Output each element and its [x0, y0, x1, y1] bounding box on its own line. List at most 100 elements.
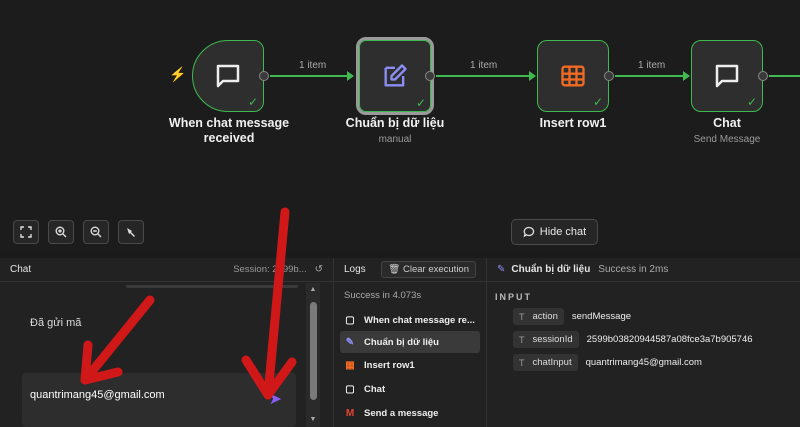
log-item[interactable]: M Send a message — [340, 402, 480, 424]
log-item[interactable]: ✎ Chuẩn bị dữ liệu — [340, 331, 480, 353]
logs-panel: Logs 🗑 Clear execution Success in 4.073s… — [334, 258, 487, 427]
connection-arrow — [683, 71, 690, 81]
fit-view-button[interactable] — [13, 220, 39, 244]
output-port[interactable] — [425, 71, 435, 81]
chat-panel: Chat Session: 2599b... ↺ Đã gửi mã quant… — [0, 258, 334, 427]
zoom-in-icon — [55, 226, 67, 238]
success-check-icon: ✓ — [415, 96, 426, 110]
session-id: Session: 2599b... — [233, 264, 307, 275]
field-value: sendMessage — [571, 311, 632, 322]
trash-icon: 🗑 — [388, 264, 401, 275]
logs-title: Logs — [344, 264, 366, 275]
zoom-out-button[interactable] — [83, 220, 109, 244]
node-prepare-data[interactable]: ✓ — [356, 37, 434, 115]
input-field-row: TsessionId 2599b03820944587a08fce3a7b905… — [513, 331, 753, 348]
field-value: quantrimang45@gmail.com — [585, 357, 702, 368]
connection — [769, 75, 800, 77]
node-subtitle: Send Message — [693, 134, 761, 145]
success-check-icon: ✓ — [592, 95, 603, 109]
tidy-up-button[interactable] — [118, 220, 144, 244]
scroll-up-icon[interactable]: ▲ — [306, 286, 320, 293]
log-item-label: Send a message — [364, 407, 439, 419]
field-key-label: sessionId — [532, 334, 573, 345]
text-type-icon: T — [519, 334, 525, 345]
chat-title: Chat — [10, 264, 32, 275]
node-title: When chat message received — [168, 116, 290, 145]
text-type-icon: T — [519, 311, 525, 322]
detail-node-name: Chuẩn bị dữ liệu — [511, 264, 591, 275]
output-port[interactable] — [259, 71, 269, 81]
chat-bubble-icon — [523, 226, 534, 238]
node-title: Insert row1 — [539, 116, 607, 130]
output-port[interactable] — [758, 71, 768, 81]
node-detail-panel: ✎ Chuẩn bị dữ liệu Success in 2ms INPUT … — [487, 258, 800, 427]
node-insert-row[interactable]: ✓ — [537, 40, 609, 112]
connection-label: 1 item — [638, 60, 666, 71]
zoom-out-icon — [90, 226, 102, 238]
field-value: 2599b03820944587a08fce3a7b905746 — [586, 334, 753, 345]
refresh-icon[interactable]: ↺ — [315, 264, 323, 275]
success-check-icon: ✓ — [746, 95, 757, 109]
connection-arrow — [529, 71, 536, 81]
fit-view-icon — [20, 226, 32, 238]
hide-chat-label: Hide chat — [539, 226, 587, 238]
field-key: TchatInput — [513, 354, 578, 371]
field-key: Taction — [513, 308, 564, 325]
gmail-icon: M — [345, 407, 355, 419]
connection-arrow — [347, 71, 354, 81]
node-chat-trigger[interactable]: ✓ — [192, 40, 264, 112]
detail-status: Success in 2ms — [598, 264, 669, 275]
input-section-label: INPUT — [495, 292, 532, 302]
log-item[interactable]: ▢ Chat — [340, 378, 480, 400]
node-title: Chat — [713, 116, 741, 130]
scrollbar-thumb[interactable] — [310, 302, 317, 400]
chat-icon: ▢ — [345, 314, 355, 326]
field-key: TsessionId — [513, 331, 579, 348]
chat-input[interactable]: quantrimang45@gmail.com ➤ — [22, 373, 296, 427]
log-item-label: Chuẩn bị dữ liệu — [364, 336, 439, 348]
hide-chat-button[interactable]: Hide chat — [511, 219, 598, 245]
node-title: Chuẩn bị dữ liệu — [345, 116, 445, 130]
connection-label: 1 item — [299, 60, 327, 71]
scroll-down-icon[interactable]: ▼ — [306, 416, 320, 423]
trigger-bolt-icon: ⚡ — [169, 66, 187, 82]
chat-icon: ▢ — [345, 383, 355, 395]
logs-success-text: Success in 4.073s — [344, 290, 422, 301]
node-chat-send[interactable]: ✓ — [691, 40, 763, 112]
detail-header: ✎ Chuẩn bị dữ liệu Success in 2ms — [487, 258, 800, 282]
clear-execution-label: Clear execution — [402, 264, 469, 275]
connection — [270, 75, 348, 77]
output-port[interactable] — [604, 71, 614, 81]
logs-header: Logs 🗑 Clear execution — [334, 258, 486, 282]
connection-label: 1 item — [470, 60, 498, 71]
log-item-label: Insert row1 — [364, 359, 415, 371]
chat-message: Đã gửi mã — [30, 317, 82, 329]
input-field-row: Taction sendMessage — [513, 308, 631, 325]
zoom-in-button[interactable] — [48, 220, 74, 244]
connection — [615, 75, 684, 77]
clear-execution-button[interactable]: 🗑 Clear execution — [381, 261, 476, 278]
broom-icon — [127, 228, 135, 237]
log-item[interactable]: ▦ Insert row1 — [340, 354, 480, 376]
chat-header: Chat Session: 2599b... ↺ — [0, 258, 333, 282]
chat-icon — [715, 64, 739, 88]
success-check-icon: ✓ — [247, 95, 258, 109]
chat-input-value[interactable]: quantrimang45@gmail.com — [30, 389, 165, 401]
node-subtitle: manual — [378, 134, 412, 145]
log-item[interactable]: ▢ When chat message re... — [340, 309, 480, 331]
text-type-icon: T — [519, 357, 525, 368]
edit-icon: ✎ — [345, 336, 355, 348]
log-item-label: Chat — [364, 383, 386, 395]
connection — [436, 75, 530, 77]
input-field-row: TchatInput quantrimang45@gmail.com — [513, 354, 702, 371]
send-icon[interactable]: ➤ — [269, 389, 282, 409]
message-divider — [126, 285, 298, 288]
field-key-label: chatInput — [532, 357, 572, 368]
workflow-canvas[interactable]: ⚡ ✓ 1 item When chat message received ✓ … — [0, 0, 800, 250]
chat-icon — [216, 64, 240, 88]
table-icon — [561, 65, 585, 87]
field-key-label: action — [532, 311, 558, 322]
edit-icon — [384, 64, 407, 87]
table-icon: ▦ — [345, 359, 355, 371]
log-item-label: When chat message re... — [364, 314, 475, 326]
